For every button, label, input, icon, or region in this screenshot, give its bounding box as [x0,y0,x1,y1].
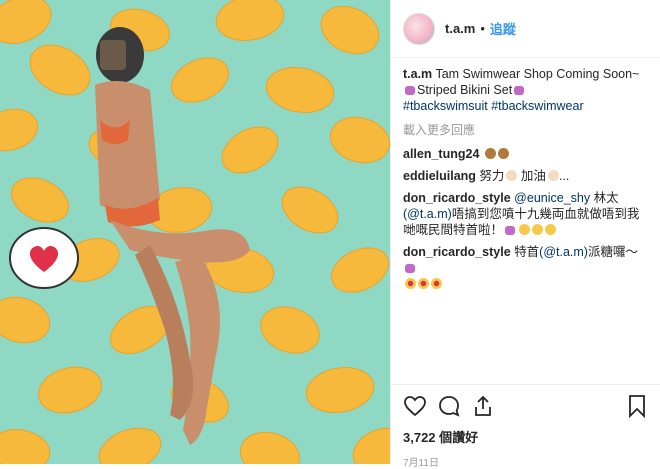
comment-username[interactable]: don_ricardo_style [403,245,511,259]
caption-text: Tam Swimwear Shop Coming Soon~ [435,67,640,81]
caption: t.a.m Tam Swimwear Shop Coming Soon~ Str… [403,66,648,114]
comment-icon[interactable] [437,394,461,418]
avatar[interactable] [403,12,435,45]
post-date[interactable]: 7月11日 [403,454,649,469]
comment-username[interactable]: don_ricardo_style [403,191,511,205]
comment-text: 林太 [590,191,619,205]
comment-text: 努力 [479,169,505,183]
muscle-emoji-icon [547,170,559,181]
monkey-emoji-icon [484,148,496,159]
grin-emoji-icon [545,224,557,235]
caption-text-2: Striped Bikini Set [417,83,513,97]
caption-hashtags[interactable]: #tbackswimsuit #tbackswimwear [403,99,584,113]
likes-count[interactable]: 3,722 個讚好 [403,427,649,446]
post-side-panel: t.a.m • 追蹤 t.a.m Tam Swimwear Shop Comin… [390,0,660,469]
lemon-pattern-photo [0,0,390,464]
post-photo[interactable] [0,0,390,464]
share-icon[interactable] [471,394,495,418]
post-actions: 3,722 個讚好 7月11日 [391,384,660,469]
follow-button[interactable]: 追蹤 [490,19,516,38]
heart-eyes-emoji-icon [418,278,429,289]
comment-mention[interactable]: @eunice_shy [514,191,590,205]
heart-eyes-emoji-icon [431,278,442,289]
caption-username[interactable]: t.a.m [403,67,432,81]
username[interactable]: t.a.m [445,21,475,36]
comment-item: don_ricardo_style @eunice_shy 林太 (@t.a.m… [403,190,648,238]
comment-text: 加油 [520,169,546,183]
comment-mention[interactable]: (@t.a.m) [539,245,588,259]
action-icons-row [403,393,649,419]
bikini-emoji-icon [405,86,415,95]
heart-icon[interactable] [403,394,427,418]
grin-emoji-icon [532,224,544,235]
post-header: t.a.m • 追蹤 [391,0,660,58]
comment-text: ... [558,169,570,183]
grin-emoji-icon [519,224,531,235]
monkey-emoji-icon [497,148,509,159]
comment-mention[interactable]: (@t.a.m) [403,207,452,221]
bookmark-icon[interactable] [625,394,649,418]
bikini-emoji-icon [514,86,525,95]
load-more-comments[interactable]: 載入更多回應 [403,122,648,138]
comment-username[interactable]: eddieluilang [403,169,476,183]
comments-section: t.a.m Tam Swimwear Shop Coming Soon~ Str… [391,58,660,292]
comment-item: allen_tung24 [403,146,648,162]
heart-sticker [9,227,79,289]
comment-item: don_ricardo_style 特首(@t.a.m)派糖囉～ [403,244,648,292]
heart-eyes-emoji-icon [405,278,416,289]
comment-item: eddieluilang 努力 加油... [403,168,648,184]
bikini-emoji-icon [505,226,516,235]
dot-separator: • [480,21,485,36]
comment-text: 特首 [510,245,540,259]
comment-username[interactable]: allen_tung24 [403,147,479,161]
muscle-emoji-icon [506,170,518,181]
bikini-emoji-icon [405,264,415,273]
comment-text: 派糖囉～ [587,245,638,259]
